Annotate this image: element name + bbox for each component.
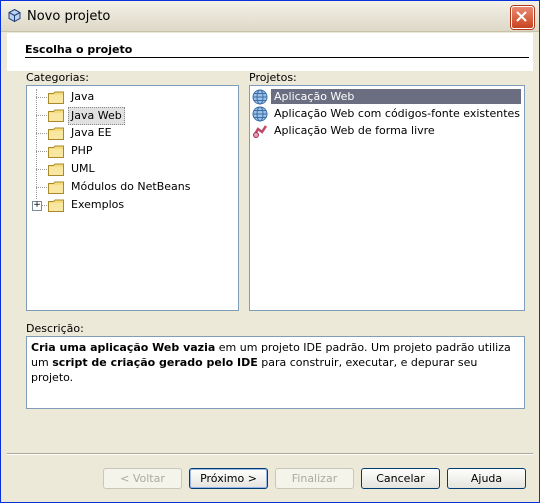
globe-icon [252,89,268,105]
project-label: Aplicação Web com códigos-fonte existent… [274,107,521,120]
category-label: Exemplos [71,198,125,211]
category-label: Java Web [68,107,125,125]
step-title: Escolha o projeto [25,43,133,56]
window-title: Novo projeto [27,9,111,24]
project-item[interactable]: Aplicação Web [250,88,524,105]
category-label: Java EE [71,126,112,139]
category-item[interactable]: UML [27,161,227,177]
category-item[interactable]: Java EE [27,125,227,141]
folder-icon [48,181,64,194]
category-item[interactable]: Java [27,89,227,105]
folder-icon [48,199,64,212]
tree-connector [36,187,47,188]
finish-button[interactable]: Finalizar [275,468,354,489]
folder-icon [48,127,64,140]
description-emphasis: Cria uma aplicação Web vazia [31,341,216,354]
netbeans-cube-icon [8,8,21,23]
tree-guide-line [36,89,37,199]
tree-connector [36,151,47,152]
wizard-header: Escolha o projeto [7,33,533,71]
folder-icon [48,145,64,158]
help-button[interactable]: Ajuda [447,468,526,489]
folder-icon [48,109,64,122]
title-bar[interactable]: Novo projeto [1,1,539,32]
close-button[interactable] [511,6,534,29]
free-form-web-icon [252,123,268,139]
categories-label: Categorias: [26,71,89,84]
projects-list[interactable]: Aplicação Web Aplicação Web com códigos-f… [249,85,525,311]
project-item[interactable]: Aplicação Web de forma livre [250,122,524,139]
category-item[interactable]: + Exemplos [27,197,227,213]
tree-connector [36,97,47,98]
expand-icon[interactable]: + [32,201,42,211]
description-text: Cria uma aplicação Web vazia em um proje… [31,340,518,385]
category-label: UML [71,162,95,175]
folder-icon [48,163,64,176]
tree-connector [36,115,47,116]
category-item[interactable]: PHP [27,143,227,159]
footer-divider [7,453,533,455]
category-label: Módulos do NetBeans [71,180,191,193]
cancel-button[interactable]: Cancelar [361,468,440,489]
project-label: Aplicação Web [271,89,521,104]
tree-connector [36,133,47,134]
project-item[interactable]: Aplicação Web com códigos-fonte existent… [250,105,524,122]
next-button[interactable]: Próximo > [189,468,268,489]
description-emphasis: script de criação gerado pelo IDE [52,356,258,369]
back-button[interactable]: < Voltar [103,468,182,489]
header-divider [25,57,529,58]
folder-icon [48,91,64,104]
categories-tree[interactable]: Java Java Web Java EE PHP UML Módulos do NetB… [26,85,239,311]
project-label: Aplicação Web de forma livre [274,124,435,137]
description-label: Descrição: [26,322,84,335]
tree-connector [36,169,47,170]
dialog-window: Novo projeto Escolha o projeto Categoria… [0,0,540,503]
category-item[interactable]: Módulos do NetBeans [27,179,227,195]
category-label: PHP [71,144,93,157]
close-icon [516,11,527,22]
globe-icon [252,106,268,122]
projects-label: Projetos: [249,71,297,84]
description-box: Cria uma aplicação Web vazia em um proje… [26,336,525,409]
category-label: Java [71,90,95,103]
category-item[interactable]: Java Web [27,107,227,125]
